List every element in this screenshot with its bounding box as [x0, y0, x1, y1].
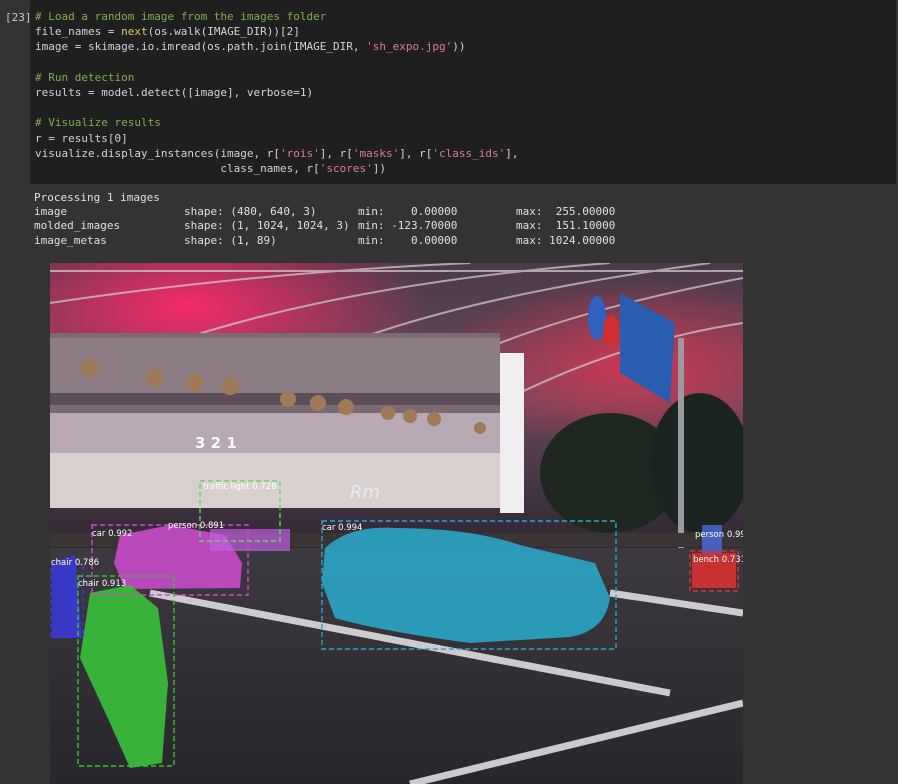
execution-count: [23] — [5, 11, 32, 24]
code-line: results = model.detect([image], verbose=… — [35, 85, 314, 99]
label-person: person 0.993 — [695, 530, 743, 540]
code-line: r = results[0] — [35, 131, 128, 145]
code-line: # Visualize results — [35, 116, 161, 130]
store-sign: Rm — [350, 482, 380, 503]
mall-balcony — [50, 393, 500, 405]
label-chair: chair 0.913 — [78, 579, 126, 589]
label-bench: bench 0.731 — [693, 555, 743, 565]
label-car: car 0.994 — [322, 523, 362, 533]
code-line: # Run detection — [35, 70, 135, 84]
annotated-photo: 3 2 1 Rm car 0.992 chair 0.786 chair 0.9… — [50, 263, 743, 784]
output-row: molded_images shape: (1, 1024, 1024, 3) mi… — [34, 219, 616, 233]
cell-output: Processing 1 images image shape: (480, 64… — [34, 191, 615, 248]
detection-figure: 3 2 1 Rm car 0.992 chair 0.786 chair 0.9… — [50, 263, 743, 784]
light-tower — [500, 353, 524, 513]
label-car: car 0.992 — [92, 529, 132, 539]
code-line: visualize.display_instances(image, r['ro… — [35, 146, 519, 160]
output-row: image shape: (480, 640, 3) min: 0.00000 max… — [34, 205, 616, 219]
mall-sign: 3 2 1 — [195, 434, 237, 452]
code-line: image = skimage.io.imread(os.path.join(I… — [35, 40, 466, 54]
code-line: file_names = next(os.walk(IMAGE_DIR))[2] — [35, 25, 300, 39]
notebook-cell: [23] # Load a random image from the imag… — [0, 0, 898, 784]
label-chair: chair 0.786 — [51, 558, 99, 568]
label-traffic-light: traffic light 0.728 — [203, 482, 277, 492]
code-editor[interactable]: # Load a random image from the images fo… — [30, 0, 896, 184]
code-line: # Load a random image from the images fo… — [35, 10, 327, 23]
code-line: class_names, r['scores']) — [35, 161, 387, 175]
person-mask — [210, 529, 290, 551]
output-header: Processing 1 images — [34, 191, 160, 204]
label-person: person 0.891 — [168, 521, 224, 531]
output-row: image_metas shape: (1, 89) min: 0.00000 max… — [34, 233, 616, 247]
round-sign — [603, 315, 619, 347]
mall-upper-facade — [50, 338, 500, 393]
